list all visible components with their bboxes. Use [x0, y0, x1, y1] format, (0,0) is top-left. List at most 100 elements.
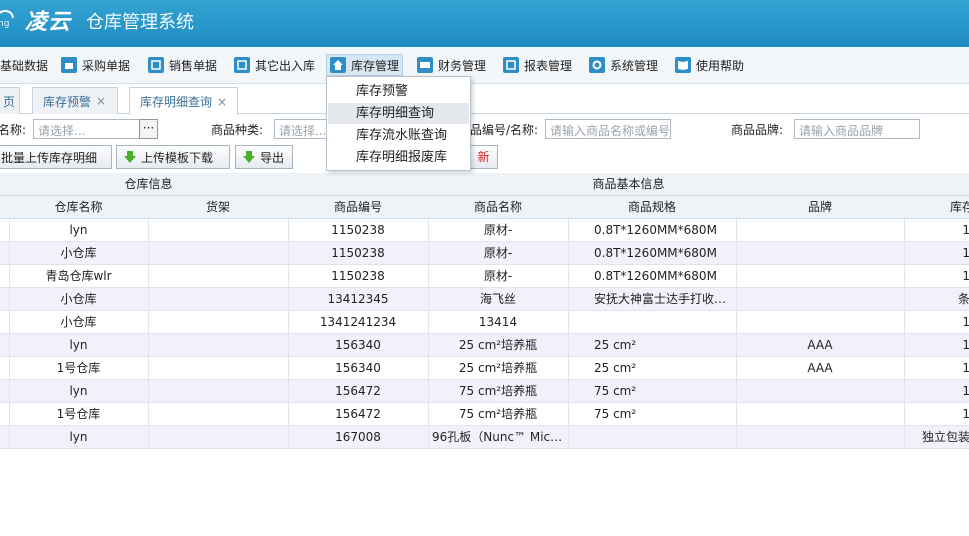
warehouse-picker-button[interactable]: ···	[139, 119, 158, 139]
table-row[interactable]: 小仓库 13412345海飞丝安抚大神富士达手打收费撒 ... 条	[0, 288, 969, 311]
cell-code: 156340	[288, 357, 429, 380]
brand-search-input[interactable]: 请输入商品品牌	[794, 119, 920, 139]
column-header-stock[interactable]: 库存	[904, 196, 969, 219]
column-header-warehouse[interactable]: 仓库名称	[9, 196, 149, 219]
cell-warehouse: lyn	[9, 426, 149, 449]
tab-label: 库存预警	[43, 94, 92, 109]
table-row[interactable]: 青岛仓库wlr 1150238原材-0.8T*1260MM*680M 1	[0, 265, 969, 288]
dropdown-item-stock-warning[interactable]: 库存预警	[328, 81, 469, 102]
inventory-dropdown-menu: 库存预警 库存明细查询 库存流水账查询 库存明细报废库	[326, 76, 471, 171]
cell-stock: 1	[904, 357, 969, 380]
close-icon[interactable]: ×	[217, 95, 227, 109]
cell-shelf	[148, 311, 289, 334]
column-header-spec[interactable]: 商品规格	[568, 196, 737, 219]
cell-spec: 25 cm²	[568, 357, 737, 380]
table-row[interactable]: 小仓库 134124123413414 1	[0, 311, 969, 334]
menu-reports[interactable]: 报表管理	[500, 54, 575, 76]
cell-warehouse: lyn	[9, 334, 149, 357]
dropdown-item-stock-ledger[interactable]: 库存流水账查询	[328, 125, 469, 146]
cell-code: 1150238	[288, 219, 429, 242]
cell-spec	[568, 311, 737, 334]
table-row[interactable]: lyn 15647275 cm²培养瓶75 cm² 1	[0, 380, 969, 403]
code-search-input[interactable]: 请输入商品名称或编号	[545, 119, 671, 139]
bulk-upload-button[interactable]: 批量上传库存明细	[0, 145, 112, 169]
menu-other-inout[interactable]: 其它出入库	[231, 54, 318, 76]
cell-code: 156472	[288, 403, 429, 426]
cell-spec: 75 cm²	[568, 380, 737, 403]
cell-shelf	[148, 426, 289, 449]
menu-label: 库存管理	[351, 58, 400, 73]
calendar-icon	[148, 57, 164, 73]
cell-stock: 1	[904, 403, 969, 426]
cell-stock: 1	[904, 265, 969, 288]
column-header-shelf[interactable]: 货架	[148, 196, 289, 219]
cell-name: 原材-	[428, 242, 569, 265]
warehouse-select[interactable]: 请选择...	[33, 119, 140, 139]
refresh-button[interactable]: 新	[470, 145, 498, 169]
menu-purchase-docs[interactable]: 采购单据	[58, 54, 133, 76]
category-select[interactable]: 请选择...	[274, 119, 330, 139]
cell-shelf	[148, 219, 289, 242]
menu-label: 基础数据	[0, 58, 49, 73]
download-arrow-icon	[124, 151, 136, 163]
home-icon	[330, 57, 346, 73]
cell-brand	[736, 288, 905, 311]
brand-name: 凌云	[25, 10, 72, 35]
menu-label: 使用帮助	[696, 58, 745, 73]
menu-help[interactable]: 使用帮助	[672, 54, 747, 76]
tab-stock-warning[interactable]: 库存预警 ×	[32, 87, 118, 114]
export-button[interactable]: 导出	[235, 145, 293, 169]
cell-warehouse: 1号仓库	[9, 403, 149, 426]
app-window: ng 凌云 仓库管理系统 基础数据 采购单据 销售单据 其它出入库 库存管理 财…	[0, 0, 969, 536]
button-label: 导出	[260, 150, 285, 165]
button-label: 批量上传库存明细	[1, 150, 98, 165]
app-header: ng 凌云 仓库管理系统	[0, 0, 969, 47]
cell-warehouse: 小仓库	[9, 311, 149, 334]
column-header-brand[interactable]: 品牌	[736, 196, 905, 219]
cell-spec: 25 cm²	[568, 334, 737, 357]
cell-warehouse: lyn	[9, 380, 149, 403]
cell-brand	[736, 426, 905, 449]
cell-spec: 75 cm²	[568, 403, 737, 426]
column-header-code[interactable]: 商品编号	[288, 196, 429, 219]
template-download-button[interactable]: 上传模板下载	[116, 145, 230, 169]
table-row[interactable]: 小仓库 1150238原材-0.8T*1260MM*680M 1	[0, 242, 969, 265]
cell-brand	[736, 265, 905, 288]
cell-code: 13412345	[288, 288, 429, 311]
dropdown-item-stock-detail[interactable]: 库存明细查询	[328, 103, 469, 124]
tab-home[interactable]: 页	[0, 87, 20, 114]
calendar-icon	[503, 57, 519, 73]
cell-stock: 1	[904, 242, 969, 265]
tab-bar: 页 库存预警 × 库存明细查询 ×	[0, 84, 969, 115]
menu-sales-docs[interactable]: 销售单据	[145, 54, 220, 76]
menu-finance[interactable]: 财务管理	[414, 54, 489, 76]
tab-label: 库存明细查询	[140, 95, 213, 109]
cell-warehouse: 青岛仓库wlr	[9, 265, 149, 288]
cell-name: 75 cm²培养瓶	[428, 403, 569, 426]
cell-brand: AAA	[736, 334, 905, 357]
table-row[interactable]: lyn 1150238原材-0.8T*1260MM*680M 1	[0, 219, 969, 242]
download-arrow-icon	[243, 151, 255, 163]
column-header-name[interactable]: 商品名称	[428, 196, 569, 219]
tab-stock-detail[interactable]: 库存明细查询 ×	[129, 87, 238, 115]
menu-label: 系统管理	[610, 58, 659, 73]
table-row[interactable]: 1号仓库 15647275 cm²培养瓶75 cm² 1	[0, 403, 969, 426]
menu-basic-data[interactable]: 基础数据	[0, 54, 51, 76]
dropdown-item-scrap-stock[interactable]: 库存明细报废库	[328, 147, 469, 168]
table-row[interactable]: lyn 167008 96孔板（Nunc™ Micr... 独立包装	[0, 426, 969, 449]
cell-stock: 条	[904, 288, 969, 311]
cell-shelf	[148, 334, 289, 357]
card-icon	[417, 57, 433, 73]
menu-system[interactable]: 系统管理	[586, 54, 661, 76]
warehouse-label: 名称:	[0, 123, 27, 137]
cell-spec: 0.8T*1260MM*680M	[568, 242, 737, 265]
cell-stock: 1	[904, 311, 969, 334]
menu-inventory[interactable]: 库存管理	[326, 54, 404, 76]
cell-brand	[736, 403, 905, 426]
cell-name: 原材-	[428, 219, 569, 242]
menu-label: 报表管理	[524, 58, 573, 73]
table-row[interactable]: lyn 15634025 cm²培养瓶25 cm²AAA1	[0, 334, 969, 357]
table-row[interactable]: 1号仓库 15634025 cm²培养瓶25 cm²AAA1	[0, 357, 969, 380]
cell-shelf	[148, 288, 289, 311]
close-icon[interactable]: ×	[96, 94, 106, 108]
